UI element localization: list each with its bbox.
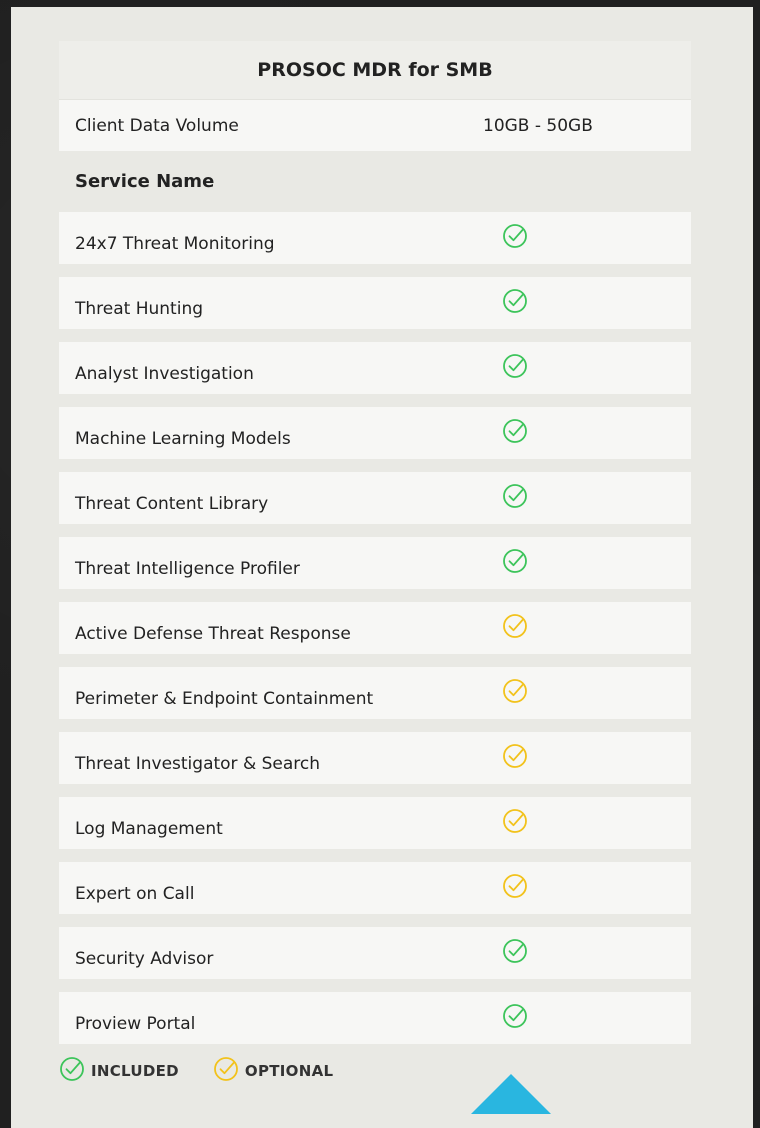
legend-included: INCLUDED [59,1056,179,1086]
service-name: Machine Learning Models [75,429,291,449]
optional-check-icon [502,743,528,769]
service-name: Threat Content Library [75,494,269,514]
table-row: Threat Hunting [59,277,691,329]
legend-optional-label: OPTIONAL [244,1062,334,1080]
service-name: Log Management [75,819,223,839]
table-row: 24x7 Threat Monitoring [59,212,691,264]
service-name: Threat Investigator & Search [75,754,321,774]
optional-check-icon [213,1056,245,1086]
table-row: Threat Content Library [59,472,691,524]
table-row: Perimeter & Endpoint Containment [59,667,691,719]
data-volume-value: 10GB - 50GB [483,115,593,136]
table-title: PROSOC MDR for SMB [59,41,691,100]
optional-check-icon [502,808,528,834]
service-table: PROSOC MDR for SMB Client Data Volume 10… [59,41,691,1057]
included-check-icon [502,418,528,444]
included-check-icon [502,483,528,509]
table-row: Analyst Investigation [59,342,691,394]
included-check-icon [59,1056,91,1086]
table-row: Threat Investigator & Search [59,732,691,784]
legend: INCLUDED OPTIONAL [59,1056,333,1086]
legend-included-label: INCLUDED [91,1062,179,1080]
table-row: Security Advisor [59,927,691,979]
included-check-icon [502,548,528,574]
table-row: Proview Portal [59,992,691,1044]
service-name: Perimeter & Endpoint Containment [75,689,374,709]
included-check-icon [502,938,528,964]
service-name: Security Advisor [75,949,214,969]
optional-check-icon [502,873,528,899]
service-name-header: Service Name [75,171,215,192]
table-row: Log Management [59,797,691,849]
data-volume-label: Client Data Volume [75,115,239,136]
scroll-to-top-tab[interactable] [471,1074,551,1114]
optional-check-icon [502,613,528,639]
service-name: 24x7 Threat Monitoring [75,234,275,254]
service-name: Expert on Call [75,884,195,904]
table-row: Active Defense Threat Response [59,602,691,654]
included-check-icon [502,1003,528,1029]
service-name: Threat Intelligence Profiler [75,559,300,579]
table-row: Threat Intelligence Profiler [59,537,691,589]
service-name: Threat Hunting [75,299,204,319]
data-volume-row: Client Data Volume 10GB - 50GB [59,100,691,151]
included-check-icon [502,223,528,249]
service-name: Proview Portal [75,1014,196,1034]
included-check-icon [502,288,528,314]
table-row: Expert on Call [59,862,691,914]
optional-check-icon [502,678,528,704]
included-check-icon [502,353,528,379]
service-name: Active Defense Threat Response [75,624,351,644]
service-name: Analyst Investigation [75,364,254,384]
legend-optional: OPTIONAL [213,1056,333,1086]
table-row: Machine Learning Models [59,407,691,459]
comparison-panel: PROSOC MDR for SMB Client Data Volume 10… [11,7,753,1128]
